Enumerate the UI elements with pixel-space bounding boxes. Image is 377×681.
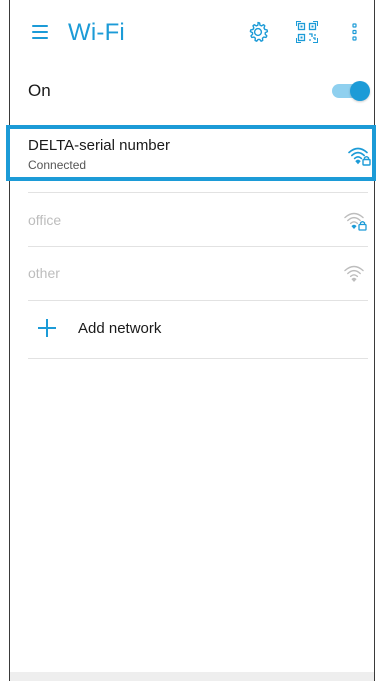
qr-code-icon[interactable] bbox=[296, 21, 318, 43]
app-frame: Wi-Fi On DELTA-serial number Connected o… bbox=[6, 0, 376, 681]
app-header: Wi-Fi bbox=[10, 0, 374, 70]
wifi-signal-lock-icon bbox=[347, 145, 373, 167]
page-title: Wi-Fi bbox=[68, 19, 125, 46]
add-network-label: Add network bbox=[78, 320, 162, 337]
divider bbox=[28, 358, 368, 359]
network-name: other bbox=[28, 265, 60, 281]
divider bbox=[28, 192, 368, 193]
plus-icon bbox=[38, 319, 56, 337]
more-vertical-icon[interactable] bbox=[352, 22, 358, 42]
divider bbox=[28, 246, 368, 247]
network-name: office bbox=[28, 212, 62, 228]
wifi-signal-lock-icon bbox=[343, 210, 369, 232]
bottom-bar bbox=[10, 672, 374, 681]
wifi-signal-icon bbox=[343, 263, 369, 285]
wifi-toggle-switch[interactable] bbox=[332, 81, 370, 101]
network-name: DELTA-serial number bbox=[28, 137, 170, 154]
gear-icon[interactable] bbox=[246, 20, 270, 44]
network-item-other[interactable]: other bbox=[10, 248, 374, 300]
network-status: Connected bbox=[28, 158, 87, 172]
menu-icon[interactable] bbox=[32, 25, 48, 39]
wifi-toggle-row: On bbox=[10, 70, 374, 120]
wifi-state-label: On bbox=[28, 81, 51, 100]
network-item-office[interactable]: office bbox=[10, 195, 374, 247]
add-network-button[interactable]: Add network bbox=[10, 302, 374, 358]
network-item-connected[interactable]: DELTA-serial number Connected bbox=[6, 125, 376, 181]
divider bbox=[28, 300, 368, 301]
